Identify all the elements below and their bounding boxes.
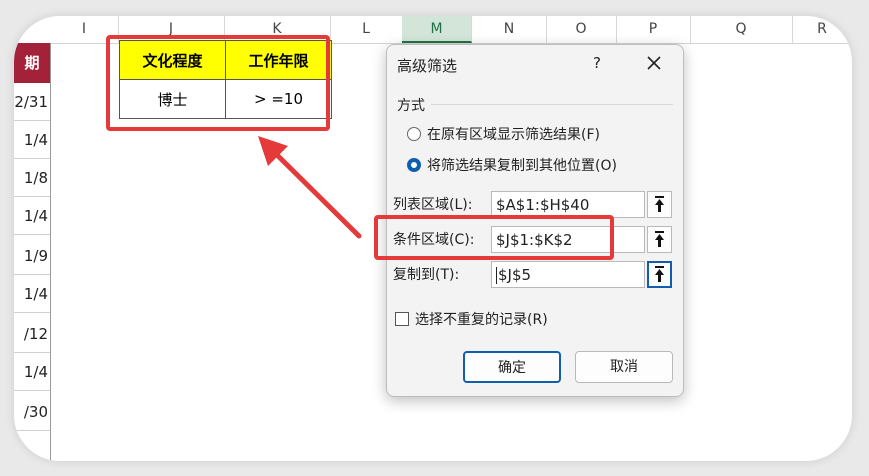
ok-button[interactable]: 确定 [463, 351, 561, 383]
radio-copy-to-location[interactable]: 将筛选结果复制到其他位置(O) [407, 156, 617, 176]
close-icon [647, 56, 661, 70]
dialog-title: 高级筛选 [397, 57, 458, 75]
action-section-label: 方式 [397, 98, 425, 114]
copy-to-input[interactable]: $J$5 [491, 261, 645, 288]
radio-filter-in-place[interactable]: 在原有区域显示筛选结果(F) [407, 125, 600, 145]
list-range-input[interactable]: $A$1:$H$40 [491, 191, 645, 218]
criteria-range-collapse-button[interactable] [647, 226, 672, 253]
unique-records-checkbox[interactable] [395, 312, 409, 326]
list-range-collapse-button[interactable] [647, 191, 672, 218]
cancel-button[interactable]: 取消 [575, 351, 673, 383]
copy-to-collapse-button[interactable] [647, 261, 672, 288]
unique-records-label: 选择不重复的记录(R) [415, 312, 548, 328]
list-range-label: 列表区域(L): [393, 197, 473, 213]
copy-to-label: 复制到(T): [393, 267, 460, 283]
radio-label: 在原有区域显示筛选结果(F) [427, 127, 600, 143]
unique-records-checkbox-row[interactable]: 选择不重复的记录(R) [395, 310, 548, 330]
range-select-icon [655, 196, 664, 212]
help-button[interactable]: ? [587, 53, 607, 73]
radio-circle-selected[interactable] [407, 158, 421, 172]
copy-to-value: $J$5 [498, 266, 532, 284]
radio-label: 将筛选结果复制到其他位置(O) [427, 158, 617, 174]
screenshot-frame: I J K L M N O P Q R 期 2/31 1/4 1/8 1/4 1… [14, 16, 852, 461]
section-divider [431, 104, 673, 105]
close-button[interactable] [642, 51, 666, 75]
range-select-icon [655, 266, 664, 282]
range-select-icon [655, 231, 664, 247]
criteria-range-highlight [374, 215, 614, 260]
text-cursor [496, 267, 497, 284]
radio-circle[interactable] [407, 127, 421, 141]
